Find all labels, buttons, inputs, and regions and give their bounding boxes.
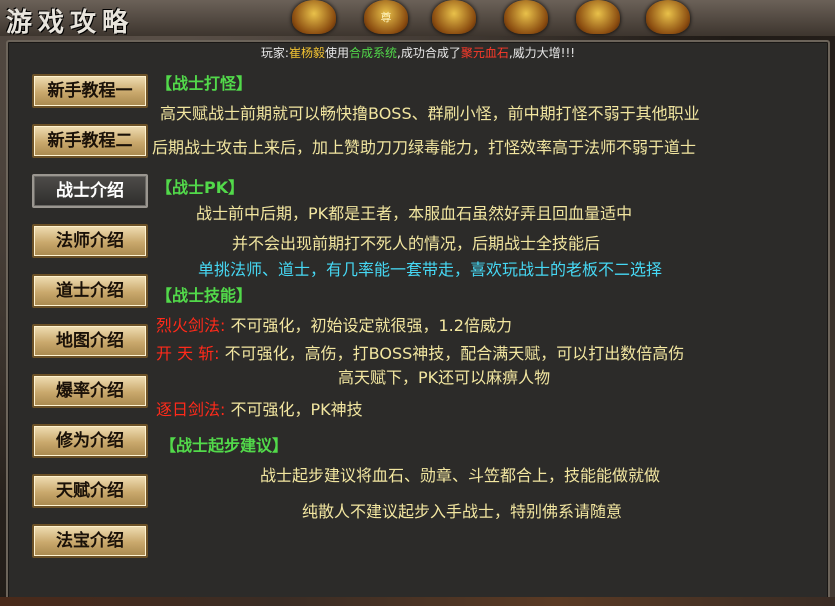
bottom-strip — [0, 597, 835, 606]
skill-desc: 不可强化，高伤，打BOSS神技，配合满天赋，可以打出数倍高伤 — [219, 344, 685, 363]
nav-newbie-tutorial-2[interactable]: 新手教程二 — [32, 124, 148, 158]
gift-bag-icon[interactable] — [504, 0, 548, 34]
section-title-pk: 【战士PK】 — [156, 178, 245, 197]
start-text-1: 战士起步建议将血石、勋章、斗笠都合上，技能能做就做 — [260, 466, 661, 485]
guide-content: 【战士打怪】 高天赋战士前期就可以畅快撸BOSS、群刷小怪，前中期打怪不弱于其他… — [148, 42, 828, 594]
skill-name: 开 天 斩: — [156, 344, 220, 363]
nav-warrior-intro[interactable]: 战士介绍 — [32, 174, 148, 208]
pk-text-3: 单挑法师、道士，有几率能一套带走，喜欢玩战士的老板不二选择 — [198, 260, 663, 279]
hunting-text-1: 高天赋战士前期就可以畅快撸BOSS、群刷小怪，前中期打怪不弱于其他职业 — [160, 104, 700, 123]
nav-droprate-intro[interactable]: 爆率介绍 — [32, 374, 148, 408]
nav-mage-intro[interactable]: 法师介绍 — [32, 224, 148, 258]
pk-text-2: 并不会出现前期打不死人的情况，后期战士全技能后 — [232, 234, 601, 253]
skill-sky-slash-cont: 高天赋下，PK还可以麻痹人物 — [338, 368, 551, 387]
section-title-skills: 【战士技能】 — [156, 286, 253, 305]
reward-icon[interactable] — [646, 0, 690, 34]
nav-map-intro[interactable]: 地图介绍 — [32, 324, 148, 358]
treasure-chest-icon[interactable] — [432, 0, 476, 34]
hunting-text-2: 后期战士攻击上来后，加上赞助刀刀绿毒能力，打怪效率高于法师不弱于道士 — [152, 138, 697, 157]
guide-panel: 玩家:崔杨毅使用合成系统,成功合成了聚元血石,威力大增!!! 新手教程一 新手教… — [6, 40, 830, 600]
nav-cultivation-intro[interactable]: 修为介绍 — [32, 424, 148, 458]
window-title: 游戏攻略 — [6, 8, 135, 38]
skill-desc: 不可强化，PK神技 — [225, 400, 363, 419]
skill-row-sun-chasing: 逐日剑法: 不可强化，PK神技 — [156, 396, 363, 420]
skill-row-sky-slash: 开 天 斩: 不可强化，高伤，打BOSS神技，配合满天赋，可以打出数倍高伤 — [156, 340, 684, 364]
nav-taoist-intro[interactable]: 道士介绍 — [32, 274, 148, 308]
shortcut-icon-1[interactable] — [292, 0, 336, 34]
skill-row-fire-sword: 烈火剑法: 不可强化，初始设定就很强，1.2倍威力 — [156, 312, 512, 336]
skill-name: 烈火剑法: — [156, 316, 226, 335]
title-bar: 游戏攻略 尊 — [0, 0, 835, 38]
section-title-hunting: 【战士打怪】 — [156, 74, 253, 93]
nav-artifact-intro[interactable]: 法宝介绍 — [32, 524, 148, 558]
dragon-emblem-icon[interactable] — [576, 0, 620, 34]
start-text-2: 纯散人不建议起步入手战士，特别佛系请随意 — [302, 502, 623, 521]
skill-name: 逐日剑法: — [156, 400, 226, 419]
vip-badge-icon[interactable]: 尊 — [364, 0, 408, 34]
section-title-start: 【战士起步建议】 — [160, 436, 289, 455]
skill-desc: 不可强化，初始设定就很强，1.2倍威力 — [225, 316, 512, 335]
pk-text-1: 战士前中后期，PK都是王者，本服血石虽然好弄且回血量适中 — [196, 204, 633, 223]
nav-newbie-tutorial-1[interactable]: 新手教程一 — [32, 74, 148, 108]
nav-talent-intro[interactable]: 天赋介绍 — [32, 474, 148, 508]
